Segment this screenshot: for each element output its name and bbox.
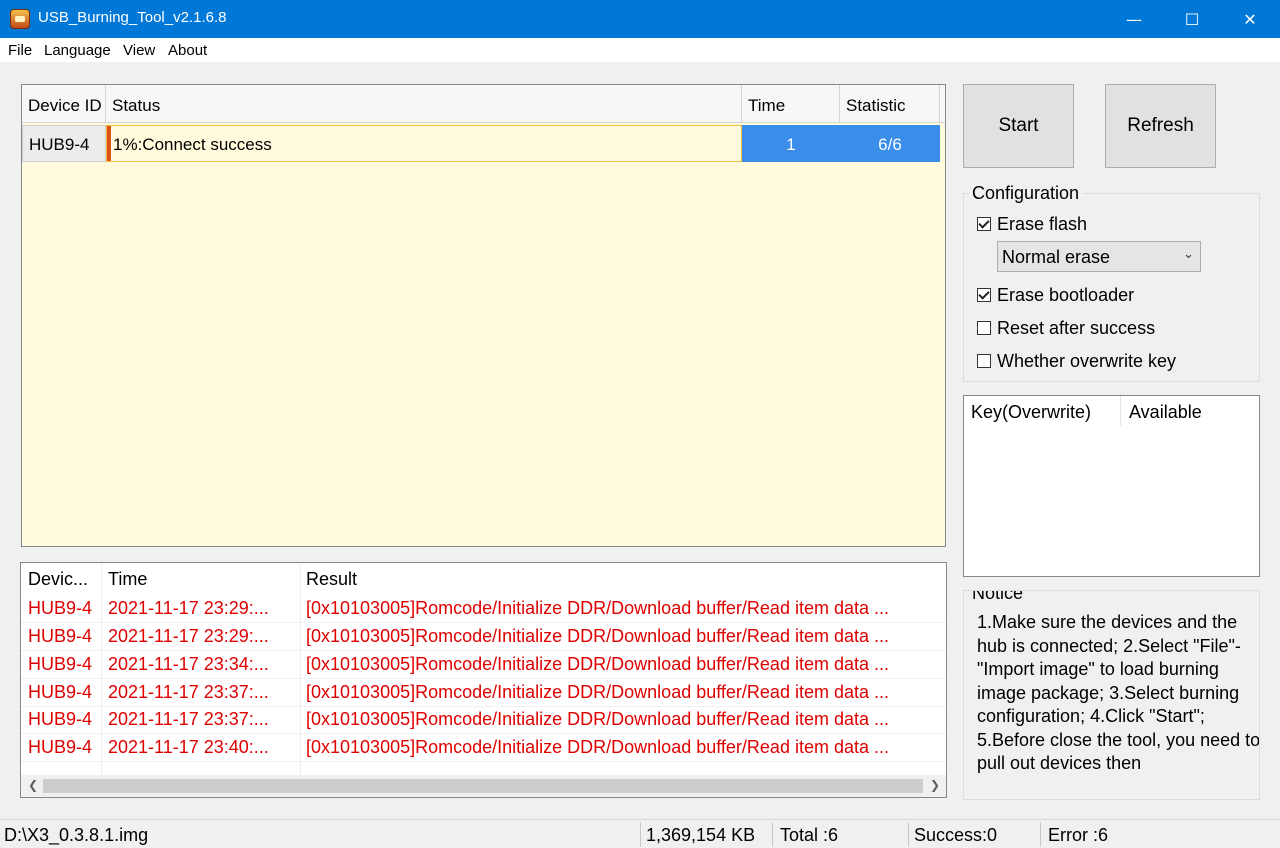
log-device: HUB9-4 — [28, 709, 93, 729]
notice-label: Notice — [969, 591, 1027, 604]
overwrite-key-checkbox[interactable] — [977, 354, 991, 368]
log-result: [0x10103005]Romcode/Initialize DDR/Downl… — [306, 709, 889, 729]
status-divider — [908, 822, 909, 847]
column-header-available[interactable]: Available — [1129, 402, 1202, 423]
horizontal-scrollbar[interactable]: ❮ ❯ — [21, 775, 946, 797]
erase-flash-label: Erase flash — [997, 214, 1088, 234]
log-row[interactable]: HUB9-4 2021-11-17 23:40:... [0x10103005]… — [21, 734, 946, 762]
erase-flash-option[interactable]: Erase flash — [977, 214, 1087, 235]
log-time: 2021-11-17 23:40:... — [108, 737, 269, 757]
erase-mode-value: Normal erase — [1002, 247, 1111, 267]
erase-bootloader-checkbox[interactable] — [977, 288, 991, 302]
log-result: [0x10103005]Romcode/Initialize DDR/Downl… — [306, 654, 889, 674]
device-table[interactable]: Device ID Status Time Statistic HUB9-4 1… — [21, 84, 946, 547]
log-time: 2021-11-17 23:37:... — [108, 682, 269, 702]
status-divider — [640, 822, 641, 847]
success-count: Success:0 — [914, 825, 998, 845]
configuration-label: Configuration — [969, 183, 1083, 204]
status-divider — [1040, 822, 1041, 847]
log-row[interactable]: HUB9-4 2021-11-17 23:37:... [0x10103005]… — [21, 706, 946, 734]
log-row[interactable]: HUB9-4 2021-11-17 23:37:... [0x10103005]… — [21, 679, 946, 707]
log-time: 2021-11-17 23:29:... — [108, 598, 269, 618]
configuration-group: Configuration Erase flash Normal erase ⌄… — [963, 183, 1260, 382]
log-row[interactable]: HUB9-4 2021-11-17 23:34:... [0x10103005]… — [21, 651, 946, 679]
column-header-device[interactable]: Devic... — [28, 569, 88, 590]
erase-flash-checkbox[interactable] — [977, 217, 991, 231]
title-bar: USB_Burning_Tool_v2.1.6.8 — ☐ ✕ — [0, 0, 1280, 38]
window-title: USB_Burning_Tool_v2.1.6.8 — [38, 9, 227, 26]
time-cell[interactable]: 1 — [742, 125, 840, 162]
erase-mode-select[interactable]: Normal erase ⌄ — [997, 241, 1201, 272]
log-device: HUB9-4 — [28, 598, 93, 618]
log-result: [0x10103005]Romcode/Initialize DDR/Downl… — [306, 626, 889, 646]
scroll-right-icon[interactable]: ❯ — [930, 778, 940, 792]
status-text: 1%:Connect success — [113, 135, 272, 154]
image-size: 1,369,154 KB — [646, 825, 756, 845]
menu-view[interactable]: View — [123, 42, 155, 59]
scroll-left-icon[interactable]: ❮ — [28, 778, 38, 792]
reset-after-success-label: Reset after success — [997, 318, 1156, 338]
menu-about[interactable]: About — [168, 42, 207, 59]
key-table[interactable]: Key(Overwrite) Available — [963, 395, 1260, 577]
log-result: [0x10103005]Romcode/Initialize DDR/Downl… — [306, 598, 889, 618]
status-progress-bar — [107, 126, 111, 161]
menu-file[interactable]: File — [8, 42, 32, 59]
column-header-result[interactable]: Result — [306, 569, 357, 590]
log-row[interactable]: HUB9-4 2021-11-17 23:29:... [0x10103005]… — [21, 623, 946, 651]
menu-bar: File Language View About — [0, 38, 1280, 62]
status-divider — [772, 822, 773, 847]
key-table-column-divider — [1120, 396, 1121, 426]
start-button[interactable]: Start — [963, 84, 1074, 168]
reset-after-success-checkbox[interactable] — [977, 321, 991, 335]
log-device: HUB9-4 — [28, 626, 93, 646]
overwrite-key-option[interactable]: Whether overwrite key — [977, 351, 1176, 372]
log-time: 2021-11-17 23:37:... — [108, 709, 269, 729]
notice-text: 1.Make sure the devices and the hub is c… — [977, 612, 1260, 773]
column-header-statistic[interactable]: Statistic — [840, 85, 940, 123]
maximize-icon[interactable]: ☐ — [1163, 0, 1221, 38]
notice-group: Notice 1.Make sure the devices and the h… — [963, 590, 1260, 800]
error-count: Error :6 — [1048, 825, 1109, 845]
log-time: 2021-11-17 23:29:... — [108, 626, 269, 646]
log-device: HUB9-4 — [28, 682, 93, 702]
column-header-time[interactable]: Time — [742, 85, 840, 123]
image-path: D:\X3_0.3.8.1.img — [4, 825, 149, 845]
total-count: Total :6 — [780, 825, 839, 845]
column-header-key[interactable]: Key(Overwrite) — [971, 402, 1091, 423]
chevron-down-icon: ⌄ — [1183, 247, 1194, 262]
device-id-cell[interactable]: HUB9-4 — [22, 125, 106, 162]
column-header-status[interactable]: Status — [106, 85, 742, 123]
log-result: [0x10103005]Romcode/Initialize DDR/Downl… — [306, 737, 889, 757]
log-device: HUB9-4 — [28, 737, 93, 757]
reset-after-success-option[interactable]: Reset after success — [977, 318, 1155, 339]
status-cell[interactable]: 1%:Connect success — [106, 125, 742, 162]
erase-bootloader-label: Erase bootloader — [997, 285, 1135, 305]
status-bar: D:\X3_0.3.8.1.img 1,369,154 KB Total :6 … — [0, 819, 1280, 848]
close-icon[interactable]: ✕ — [1221, 0, 1279, 38]
app-icon — [10, 9, 30, 29]
overwrite-key-label: Whether overwrite key — [997, 351, 1177, 371]
erase-bootloader-option[interactable]: Erase bootloader — [977, 285, 1134, 306]
log-table[interactable]: Devic... Time Result HUB9-4 2021-11-17 2… — [20, 562, 947, 798]
column-header-log-time[interactable]: Time — [108, 569, 147, 590]
log-time: 2021-11-17 23:34:... — [108, 654, 269, 674]
menu-language[interactable]: Language — [44, 42, 111, 59]
log-result: [0x10103005]Romcode/Initialize DDR/Downl… — [306, 682, 889, 702]
scrollbar-thumb[interactable] — [43, 779, 923, 793]
statistic-cell[interactable]: 6/6 — [840, 125, 940, 162]
log-device: HUB9-4 — [28, 654, 93, 674]
minimize-icon[interactable]: — — [1105, 0, 1163, 38]
log-row[interactable]: HUB9-4 2021-11-17 23:29:... [0x10103005]… — [21, 595, 946, 623]
column-header-device-id[interactable]: Device ID — [22, 85, 106, 123]
refresh-button[interactable]: Refresh — [1105, 84, 1216, 168]
